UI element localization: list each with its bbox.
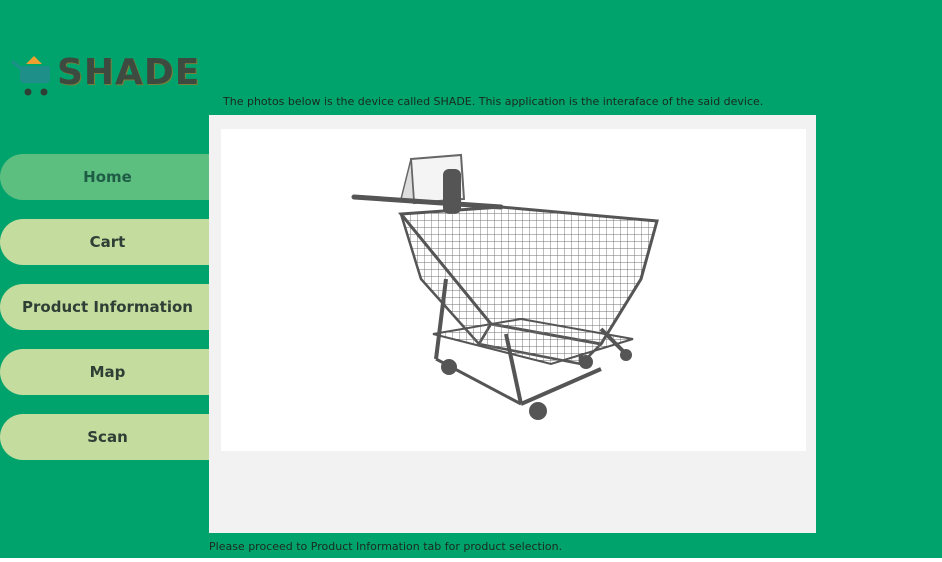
- intro-text: The photos below is the device called SH…: [223, 95, 764, 108]
- nav-product-information-button[interactable]: Product Information: [0, 284, 215, 330]
- nav-scan-button[interactable]: Scan: [0, 414, 215, 460]
- nav-home-button[interactable]: Home: [0, 154, 215, 200]
- device-photo: [221, 129, 806, 451]
- content-panel: [209, 115, 816, 533]
- shopping-cart-device-image: [351, 153, 659, 420]
- nav-cart-button[interactable]: Cart: [0, 219, 215, 265]
- cart-logo-icon: [11, 56, 50, 96]
- nav-map-button[interactable]: Map: [0, 349, 215, 395]
- bottom-strip: [0, 558, 942, 562]
- app-logo: SHADE: [10, 52, 210, 98]
- logo-text: SHADE: [57, 52, 201, 93]
- footer-text: Please proceed to Product Information ta…: [209, 540, 563, 553]
